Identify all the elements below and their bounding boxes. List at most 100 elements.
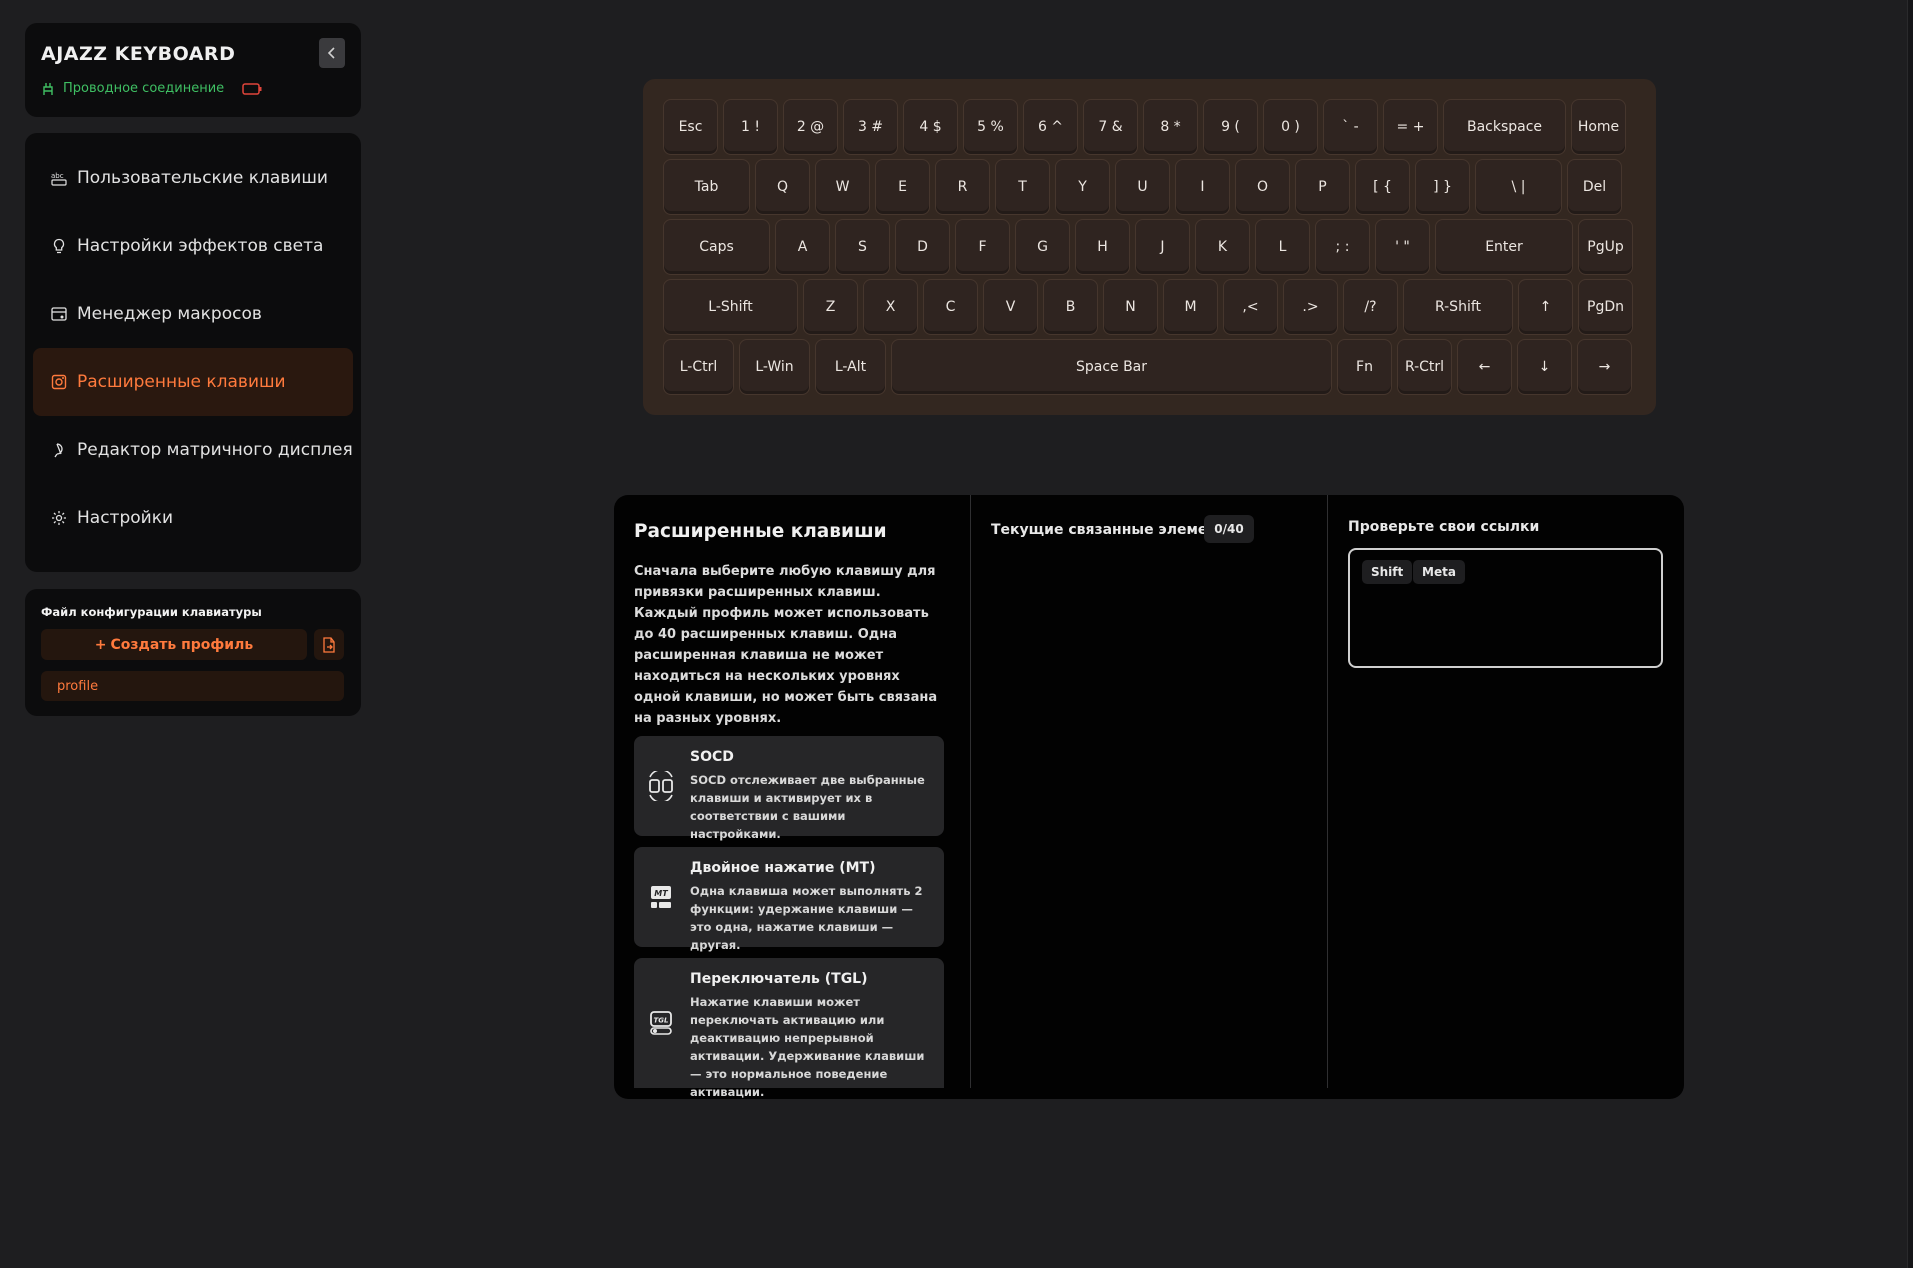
link-chip[interactable]: Shift xyxy=(1362,560,1413,584)
key-b[interactable]: B xyxy=(1043,279,1098,335)
sidebar-item-macros[interactable]: Менеджер макросов xyxy=(33,280,353,348)
card-description: Нажатие клавиши может переключать актива… xyxy=(690,995,925,1099)
sidebar-item-settings[interactable]: Настройки xyxy=(33,484,353,552)
app-title: AJAZZ KEYBOARD xyxy=(41,43,236,65)
key-o[interactable]: O xyxy=(1235,159,1290,215)
key-a[interactable]: A xyxy=(775,219,830,275)
key-q[interactable]: Q xyxy=(755,159,810,215)
key-5-%[interactable]: 5 % xyxy=(963,99,1018,155)
key-p[interactable]: P xyxy=(1295,159,1350,215)
key-r-ctrl[interactable]: R-Ctrl xyxy=(1397,339,1452,395)
key-r-shift[interactable]: R-Shift xyxy=(1403,279,1513,335)
card-title: Двойное нажатие (MT) xyxy=(690,860,876,876)
plug-icon xyxy=(43,83,53,95)
key-3-#[interactable]: 3 # xyxy=(843,99,898,155)
keyboard-text-icon: abc xyxy=(51,172,67,186)
collapse-sidebar-button[interactable] xyxy=(319,38,345,68)
window-scrollbar[interactable] xyxy=(1907,0,1913,1268)
key-f[interactable]: F xyxy=(955,219,1010,275)
sidebar-item-lighting[interactable]: Настройки эффектов света xyxy=(33,212,353,280)
key-x[interactable]: X xyxy=(863,279,918,335)
key-=-+[interactable]: = + xyxy=(1383,99,1438,155)
key-pgup[interactable]: PgUp xyxy=(1578,219,1633,275)
key-4-$[interactable]: 4 $ xyxy=(903,99,958,155)
key-n[interactable]: N xyxy=(1103,279,1158,335)
key-home[interactable]: Home xyxy=(1571,99,1626,155)
key-↑[interactable]: ↑ xyxy=(1518,279,1573,335)
key-l-win[interactable]: L-Win xyxy=(739,339,810,395)
plus-icon: + xyxy=(94,636,107,653)
sidebar-item-custom-keys[interactable]: abc Пользовательские клавиши xyxy=(33,144,353,212)
key-space-bar[interactable]: Space Bar xyxy=(891,339,1332,395)
link-chip[interactable]: Meta xyxy=(1413,560,1465,584)
key-backspace[interactable]: Backspace xyxy=(1443,99,1566,155)
profile-list-item[interactable]: profile xyxy=(41,671,344,701)
key-h[interactable]: H xyxy=(1075,219,1130,275)
socd-card[interactable]: SOCD SOCD отслеживает две выбранные клав… xyxy=(634,736,944,841)
key-/?[interactable]: /? xyxy=(1343,279,1398,335)
profile-header: Файл конфигурации клавиатуры xyxy=(41,605,262,619)
key-v[interactable]: V xyxy=(983,279,1038,335)
key-w[interactable]: W xyxy=(815,159,870,215)
links-box[interactable]: Shift Meta xyxy=(1348,548,1663,668)
key-,<[interactable]: ,< xyxy=(1223,279,1278,335)
create-profile-label: Создать профиль xyxy=(110,636,254,653)
key-.>[interactable]: .> xyxy=(1283,279,1338,335)
key-c[interactable]: C xyxy=(923,279,978,335)
key-esc[interactable]: Esc xyxy=(663,99,718,155)
key-j[interactable]: J xyxy=(1135,219,1190,275)
key-7-&[interactable]: 7 & xyxy=(1083,99,1138,155)
key-tab[interactable]: Tab xyxy=(663,159,750,215)
gear-icon xyxy=(52,511,66,525)
key-l-ctrl[interactable]: L-Ctrl xyxy=(663,339,734,395)
key-\-|[interactable]: \ | xyxy=(1475,159,1562,215)
key-y[interactable]: Y xyxy=(1055,159,1110,215)
sidebar-item-label: Настройки эффектов света xyxy=(77,236,324,256)
key-]-}[interactable]: ] } xyxy=(1415,159,1470,215)
key-;-:[interactable]: ; : xyxy=(1315,219,1370,275)
sidebar-item-label: Расширенные клавиши xyxy=(77,372,286,392)
key-0-)[interactable]: 0 ) xyxy=(1263,99,1318,155)
key-→[interactable]: → xyxy=(1577,339,1632,395)
key-m[interactable]: M xyxy=(1163,279,1218,335)
key-[-{[interactable]: [ { xyxy=(1355,159,1410,215)
key-e[interactable]: E xyxy=(875,159,930,215)
key-d[interactable]: D xyxy=(895,219,950,275)
sidebar-item-matrix-editor[interactable]: Редактор матричного дисплея xyxy=(33,416,353,484)
sidebar-item-label: Менеджер макросов xyxy=(77,304,262,324)
key-u[interactable]: U xyxy=(1115,159,1170,215)
key-z[interactable]: Z xyxy=(803,279,858,335)
key-g[interactable]: G xyxy=(1015,219,1070,275)
create-profile-button[interactable]: + Создать профиль xyxy=(41,629,307,660)
key-l-shift[interactable]: L-Shift xyxy=(663,279,798,335)
tgl-card[interactable]: TGL Переключатель (TGL) Нажатие клавиши … xyxy=(634,958,944,1099)
export-profile-button[interactable] xyxy=(314,629,344,660)
key-k[interactable]: K xyxy=(1195,219,1250,275)
key-'-"[interactable]: ' " xyxy=(1375,219,1430,275)
sidebar-item-advanced-keys[interactable]: Расширенные клавиши xyxy=(33,348,353,416)
key-2-@[interactable]: 2 @ xyxy=(783,99,838,155)
key-pgdn[interactable]: PgDn xyxy=(1578,279,1633,335)
key-fn[interactable]: Fn xyxy=(1337,339,1392,395)
key-`--[interactable]: ` - xyxy=(1323,99,1378,155)
sidebar-item-label: Настройки xyxy=(77,508,174,528)
advanced-key-icon xyxy=(51,374,67,390)
key-1-![interactable]: 1 ! xyxy=(723,99,778,155)
key-6-^[interactable]: 6 ^ xyxy=(1023,99,1078,155)
key-r[interactable]: R xyxy=(935,159,990,215)
profile-panel: Файл конфигурации клавиатуры + Создать п… xyxy=(25,589,361,716)
key-del[interactable]: Del xyxy=(1567,159,1622,215)
mt-card[interactable]: MT Двойное нажатие (MT) Одна клавиша мож… xyxy=(634,847,944,952)
key-l-alt[interactable]: L-Alt xyxy=(815,339,886,395)
card-description: SOCD отслеживает две выбранные клавиши и… xyxy=(690,773,925,841)
key-←[interactable]: ← xyxy=(1457,339,1512,395)
key-enter[interactable]: Enter xyxy=(1435,219,1573,275)
key-l[interactable]: L xyxy=(1255,219,1310,275)
key-9-([interactable]: 9 ( xyxy=(1203,99,1258,155)
key-caps[interactable]: Caps xyxy=(663,219,770,275)
key-↓[interactable]: ↓ xyxy=(1517,339,1572,395)
key-8-*[interactable]: 8 * xyxy=(1143,99,1198,155)
key-t[interactable]: T xyxy=(995,159,1050,215)
key-s[interactable]: S xyxy=(835,219,890,275)
key-i[interactable]: I xyxy=(1175,159,1230,215)
